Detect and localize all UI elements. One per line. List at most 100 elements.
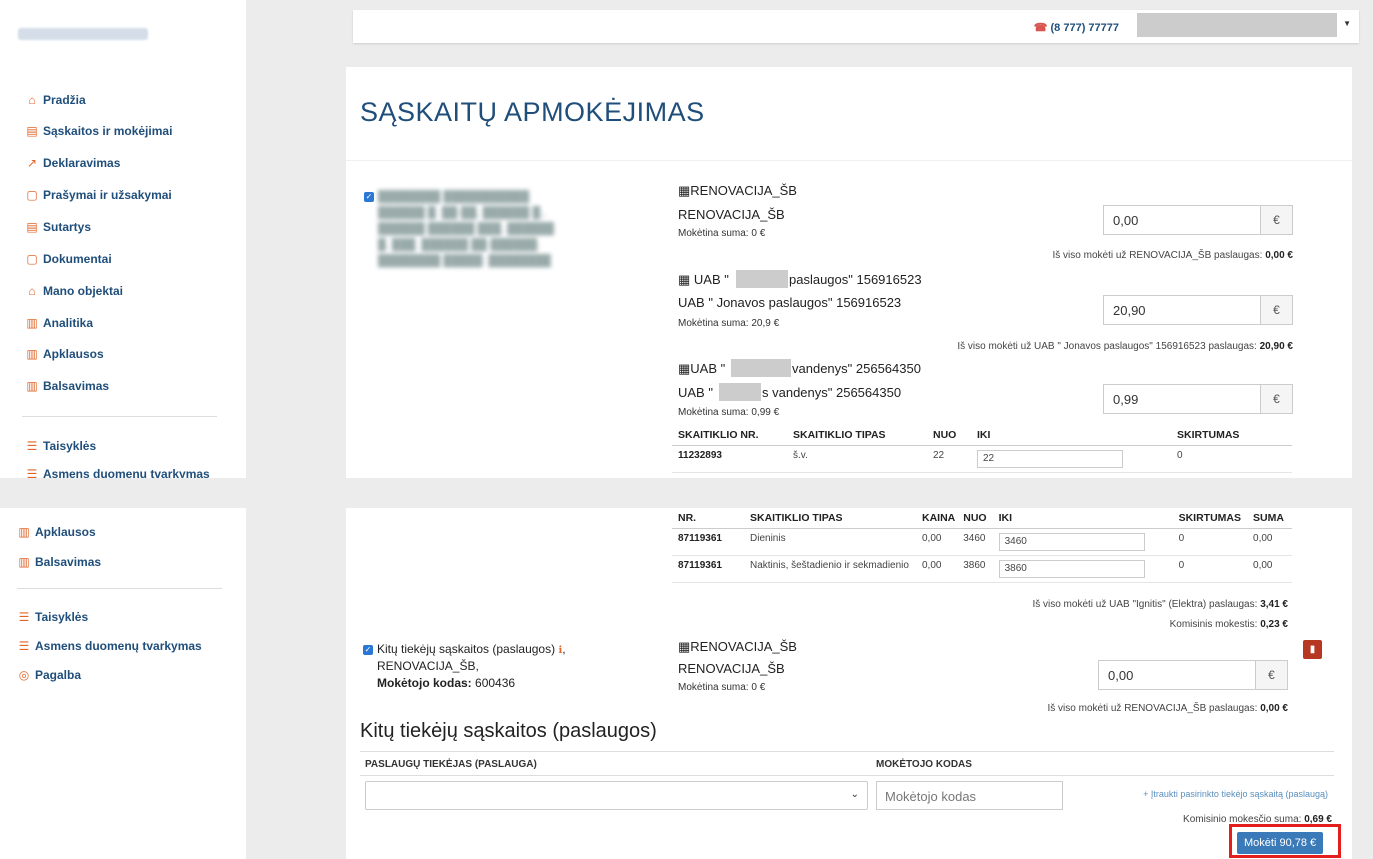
redacted-block	[736, 270, 788, 288]
phone-number[interactable]: ☎ (8 777) 77777	[1034, 21, 1119, 34]
payer-code-input[interactable]: Mokėtojo kodas	[876, 781, 1063, 810]
sidebar-item-invoices[interactable]: ▤ Sąskaitos ir mokėjimai	[26, 124, 172, 138]
sidebar-item-home[interactable]: ⌂ Pradžia	[26, 93, 85, 107]
amount-value[interactable]: 20,90	[1104, 296, 1260, 324]
column-header: SKAITIKLIO TIPAS	[744, 508, 916, 529]
column-header: SKIRTUMAS	[1172, 508, 1248, 529]
service-name: RENOVACIJA_ŠB	[678, 661, 785, 676]
supplier-select[interactable]: ⌄	[365, 781, 868, 810]
currency-addon: €	[1260, 206, 1292, 234]
divider	[360, 775, 1334, 776]
top-header: ☎ (8 777) 77777 ▼	[353, 10, 1359, 43]
electricity-total: Iš viso mokėti už UAB "Ignitis" (Elektra…	[1032, 599, 1288, 610]
privacy-icon: ☰	[26, 469, 38, 478]
sidebar-item-privacy[interactable]: ☰ Asmens duomenų tvarkymas	[26, 469, 210, 478]
service-header-text: UAB "	[693, 272, 729, 287]
service-header-text: RENOVACIJA_ŠB	[690, 183, 797, 198]
sidebar-item-label: Pagalba	[35, 668, 82, 682]
currency-addon: €	[1255, 661, 1287, 689]
column-header: SUMA	[1247, 508, 1292, 529]
sidebar-divider	[22, 416, 217, 417]
document-icon: ▢	[26, 252, 38, 266]
amount-value[interactable]: 0,00	[1099, 661, 1255, 689]
sidebar-item-voting[interactable]: ▥ Balsavimas	[26, 379, 109, 393]
account-checkbox[interactable]: ✓	[364, 192, 374, 202]
payer-code: Mokėtojo kodas: 600436	[377, 676, 515, 690]
electricity-meter-table: NR. SKAITIKLIO TIPAS KAINA NUO IKI SKIRT…	[672, 508, 1292, 583]
logo	[18, 28, 148, 40]
amount-input[interactable]: 0,99 €	[1103, 384, 1293, 414]
trash-icon[interactable]: ▮	[1303, 640, 1322, 659]
due-amount: Mokėtina suma: 0 €	[678, 682, 766, 693]
chevron-down-icon[interactable]: ▼	[1343, 19, 1351, 28]
building-icon: ▦	[678, 361, 691, 376]
meter-to-input[interactable]: 3460	[998, 533, 1145, 551]
sidebar-item-label: Taisyklės	[43, 439, 97, 453]
page-title: SĄSKAITŲ APMOKĖJIMAS	[360, 97, 705, 127]
sidebar-item-label: Deklaravimas	[43, 156, 121, 170]
sidebar-item-label: Prašymai ir užsakymai	[43, 188, 172, 202]
sidebar-item-analytics[interactable]: ▥ Analitika	[26, 316, 93, 330]
declaration-icon: ↗	[26, 156, 38, 170]
amount-input[interactable]: 0,00 €	[1098, 660, 1288, 690]
sidebar-item-privacy[interactable]: ☰ Asmens duomenų tvarkymas	[18, 639, 202, 653]
sidebar-item-surveys[interactable]: ▥ Apklausos	[26, 347, 103, 361]
payer-code-value: 600436	[475, 676, 516, 690]
sidebar-item-label: Apklausos	[35, 525, 96, 539]
redacted-block	[719, 383, 761, 401]
building-icon: ▦	[678, 639, 691, 654]
total-value: 20,90 €	[1259, 341, 1293, 352]
amount-value[interactable]: 0,00	[1104, 206, 1260, 234]
sidebar-item-surveys[interactable]: ▥ Apklausos	[18, 525, 96, 539]
service-header: ▦UAB "	[678, 361, 725, 377]
total-label: Iš viso mokėti už UAB " Jonavos paslaugo…	[957, 341, 1257, 352]
amount-input[interactable]: 0,00 €	[1103, 205, 1293, 235]
service-name: UAB " Jonavos paslaugos" 156916523	[678, 295, 902, 310]
building-icon: ▦	[678, 183, 691, 198]
total-label: Iš viso mokėti už RENOVACIJA_ŠB paslauga…	[1052, 250, 1263, 261]
commission-fee: Komisinis mokestis: 0,23 €	[1170, 619, 1288, 630]
meter-from: 3460	[957, 528, 993, 556]
sidebar-item-contracts[interactable]: ▤ Sutartys	[26, 220, 91, 234]
other-suppliers-checkbox[interactable]: ✓	[363, 645, 373, 655]
column-header-payer-code: MOKĖTOJO KODAS	[876, 759, 972, 770]
fee-label: Komisinis mokestis:	[1169, 619, 1258, 630]
sidebar-item-rules[interactable]: ☰ Taisyklės	[26, 439, 97, 453]
column-header: IKI	[971, 425, 1171, 446]
water-meter-table: SKAITIKLIO NR. SKAITIKLIO TIPAS NUO IKI …	[672, 425, 1292, 473]
vote-icon: ▥	[18, 555, 30, 569]
sidebar-item-documents[interactable]: ▢ Dokumentai	[26, 252, 112, 266]
pay-button[interactable]: Mokėti 90,78 €	[1237, 832, 1324, 854]
column-header: SKAITIKLIO NR.	[672, 425, 787, 446]
sidebar-item-label: Taisyklės	[35, 610, 89, 624]
meter-price: 0,00	[916, 528, 958, 556]
add-supplier-link[interactable]: + Įtraukti pasirinkto tiekėjo sąskaitą (…	[1143, 789, 1328, 799]
meter-from: 3860	[957, 555, 993, 583]
analytics-icon: ▥	[26, 316, 38, 330]
request-icon: ▢	[26, 188, 38, 202]
meter-number: 87119361	[672, 555, 744, 583]
sidebar-item-declaration[interactable]: ↗ Deklaravimas	[26, 156, 120, 170]
help-icon: ◎	[18, 668, 30, 682]
sidebar-item-requests[interactable]: ▢ Prašymai ir užsakymai	[26, 188, 172, 202]
total-value: 0,00 €	[1260, 703, 1288, 714]
home-icon: ⌂	[28, 93, 36, 107]
other-suppliers-label: Kitų tiekėjų sąskaitos (paslaugos) ℹ,	[377, 642, 566, 656]
sidebar-item-rules[interactable]: ☰ Taisyklės	[18, 610, 89, 624]
other-suppliers-text: Kitų tiekėjų sąskaitos (paslaugos)	[377, 642, 556, 656]
amount-value[interactable]: 0,99	[1104, 385, 1260, 413]
meter-sum: 0,00	[1247, 555, 1292, 583]
sidebar-item-label: Dokumentai	[43, 252, 112, 266]
payer-code-label: Mokėtojo kodas:	[377, 676, 472, 690]
meter-to-input[interactable]: 3860	[998, 560, 1145, 578]
sidebar-item-properties[interactable]: ⌂ Mano objektai	[26, 284, 123, 298]
due-amount: Mokėtina suma: 0 €	[678, 228, 766, 239]
sidebar-item-voting[interactable]: ▥ Balsavimas	[18, 555, 101, 569]
rules-icon: ☰	[26, 439, 38, 453]
sidebar-item-label: Balsavimas	[43, 379, 110, 393]
meter-to-input[interactable]: 22	[977, 450, 1123, 468]
meter-type: š.v.	[787, 445, 927, 473]
user-menu[interactable]	[1137, 13, 1337, 37]
amount-input[interactable]: 20,90 €	[1103, 295, 1293, 325]
sidebar-item-help[interactable]: ◎ Pagalba	[18, 668, 81, 682]
